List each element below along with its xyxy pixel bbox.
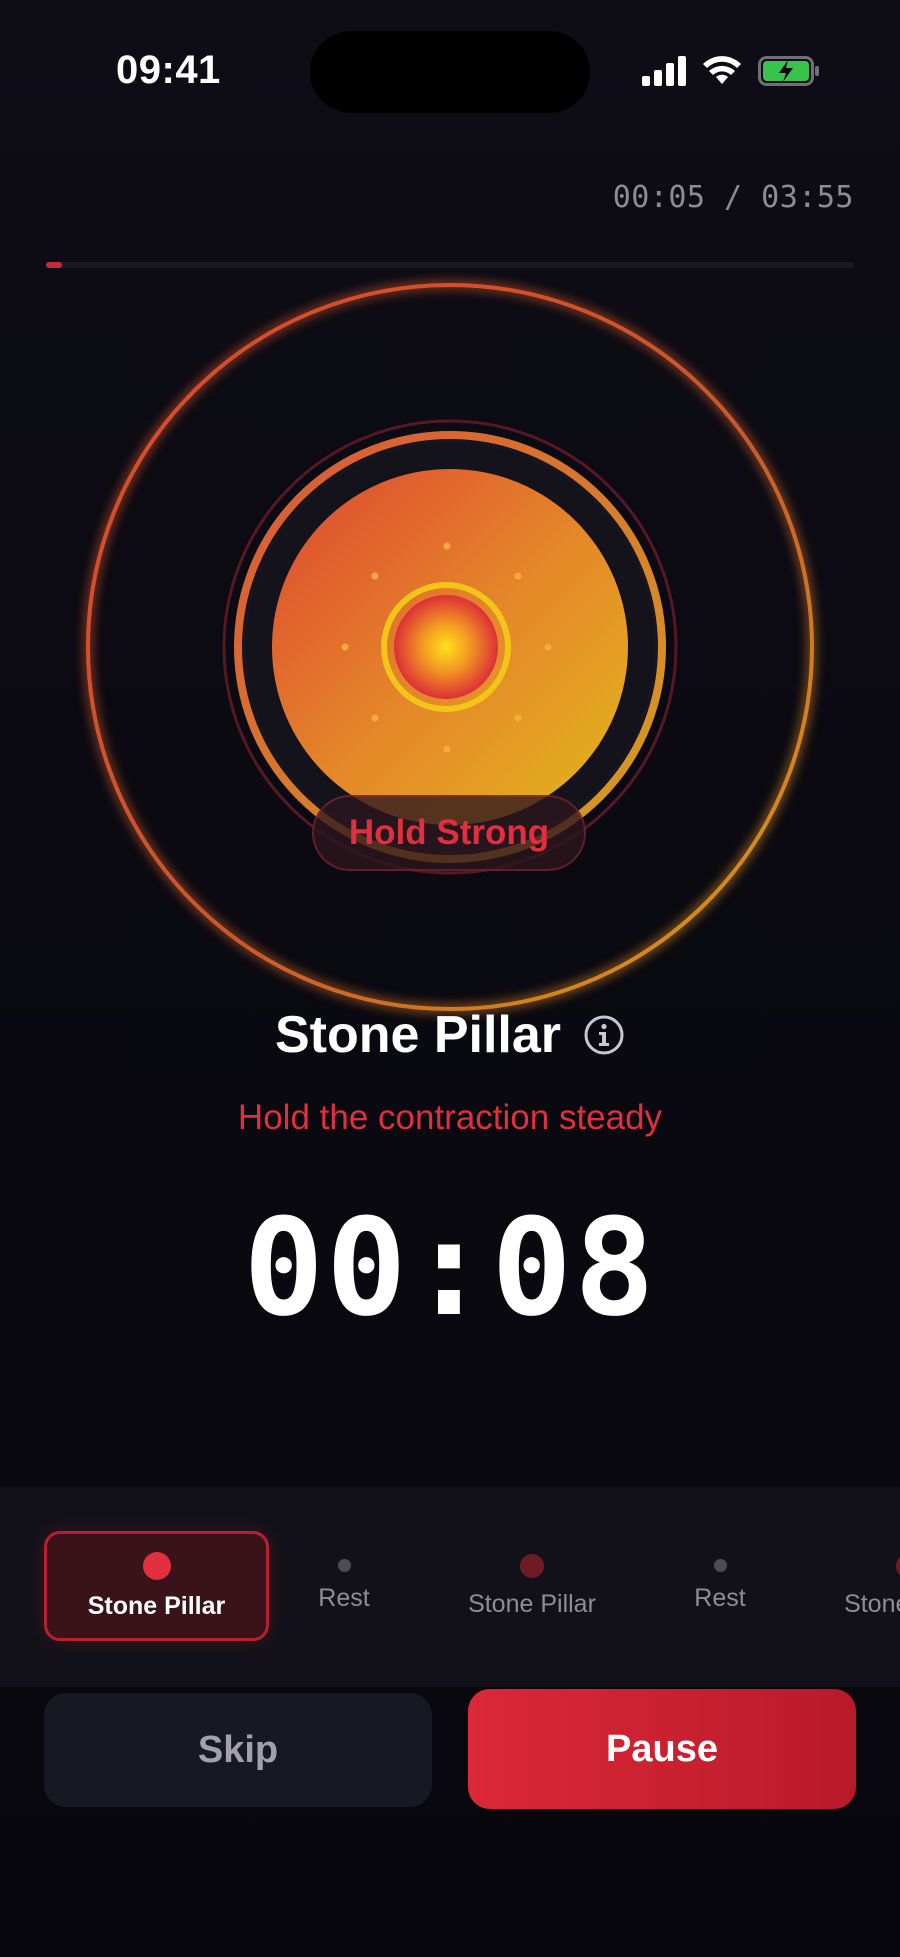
step-label: Stone Pillar [844,1589,900,1618]
workout-screen: 09:41 00:05 / 03:55 Hold Strong Stone Pi… [0,0,900,1957]
battery-charging-icon [758,56,819,86]
step-item-rest[interactable]: Rest [670,1531,770,1641]
step-item-stone-pillar[interactable]: Stone Pillar [818,1531,900,1641]
info-icon[interactable] [583,1014,625,1056]
step-dot [337,1559,351,1572]
step-label: Stone Pillar [87,1591,226,1620]
exercise-title-row: Stone Pillar [0,1005,900,1065]
step-dot [896,1553,900,1578]
step-item-stone-pillar-active[interactable]: Stone Pillar [44,1531,269,1641]
status-time: 09:41 [116,48,221,92]
step-label: Rest [694,1584,746,1612]
session-progress-bar [46,262,854,268]
step-item-rest[interactable]: Rest [294,1531,394,1641]
exercise-instruction: Hold the contraction steady [237,1098,663,1137]
step-dot [713,1559,727,1572]
contraction-orb [83,280,817,1014]
pause-button[interactable]: Pause [468,1689,856,1809]
phase-label: Hold Strong [312,795,586,871]
dynamic-island [310,31,590,113]
step-active-dot [142,1551,171,1580]
step-dot [520,1553,544,1578]
wifi-icon [703,56,741,84]
skip-button[interactable]: Skip [44,1693,432,1807]
step-label: Rest [318,1584,370,1612]
step-sequence[interactable]: Stone Pillar Rest Stone Pillar Rest Ston… [0,1487,900,1687]
step-item-stone-pillar[interactable]: Stone Pillar [442,1531,622,1641]
step-label: Stone Pillar [468,1589,596,1618]
countdown-timer: 00:08 [243,1190,657,1346]
session-elapsed-time: 00:05 / 03:55 [612,180,854,215]
status-icons [642,56,820,86]
session-progress-fill [46,262,63,268]
cellular-signal-icon [642,56,686,86]
exercise-name: Stone Pillar [274,1006,562,1064]
